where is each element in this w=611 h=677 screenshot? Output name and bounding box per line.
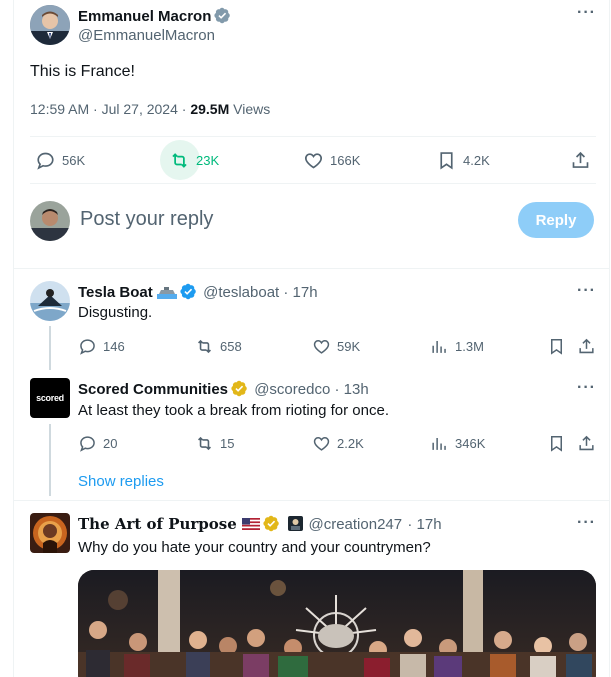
bookmark-icon: [550, 436, 563, 452]
repost-icon: [198, 436, 211, 451]
reply-icon: [37, 152, 54, 170]
like-count: 59K: [337, 339, 361, 354]
views-button[interactable]: 1.3M: [430, 337, 484, 356]
avatar[interactable]: [30, 5, 70, 45]
share-button[interactable]: [577, 337, 596, 356]
repost-count: 658: [220, 339, 242, 354]
reply-handle: @creation247: [308, 516, 403, 533]
thread-line: [49, 326, 51, 370]
bookmark-button[interactable]: 4.2K: [436, 150, 490, 171]
avatar[interactable]: [30, 513, 70, 553]
analytics-icon: [432, 437, 446, 450]
share-button[interactable]: [570, 150, 591, 171]
avatar[interactable]: [30, 281, 70, 321]
reply-author-name: Tesla Boat: [78, 284, 153, 301]
bookmark-count: 4.2K: [463, 153, 490, 168]
reply-count: 56K: [62, 153, 86, 168]
share-icon: [579, 435, 594, 451]
divider: [14, 268, 609, 269]
more-options-icon[interactable]: ···: [577, 514, 596, 532]
views-button[interactable]: 346K: [430, 434, 485, 453]
reply-text: At least they took a break from rioting …: [78, 402, 389, 419]
share-button[interactable]: [577, 434, 596, 453]
bookmark-button[interactable]: [547, 434, 566, 453]
reply-icon: [80, 339, 95, 355]
like-button[interactable]: 2.2K: [312, 434, 364, 453]
views-count: 29.5M: [190, 101, 230, 117]
reply-submit-button[interactable]: Reply: [518, 202, 594, 238]
heart-icon: [305, 153, 322, 169]
reply-button[interactable]: 20: [78, 434, 117, 453]
avatar[interactable]: scored: [30, 378, 70, 418]
reply-author[interactable]: Scored Communities @scoredco · 13h: [78, 380, 369, 398]
tweet-meta: 12:59 AM · Jul 27, 2024 · 29.5M Views: [30, 101, 270, 117]
show-replies-link[interactable]: Show replies: [78, 473, 164, 490]
heart-icon: [313, 340, 330, 354]
media-image[interactable]: [78, 570, 596, 677]
timeline-border-left: [13, 0, 14, 677]
reply-button[interactable]: 146: [78, 337, 125, 356]
tweet-text: This is France!: [30, 63, 135, 80]
divider: [30, 136, 596, 137]
views-label: Views: [233, 101, 271, 117]
reply-composer-input[interactable]: Post your reply: [80, 208, 213, 231]
tweet-timestamp[interactable]: 12:59 AM · Jul 27, 2024 ·: [30, 101, 186, 117]
us-flag-icon: [242, 518, 261, 530]
share-icon: [579, 338, 594, 354]
thread-line: [49, 424, 51, 496]
divider: [30, 183, 596, 184]
reply-author-name: Scored Communities: [78, 381, 229, 398]
bookmark-icon: [440, 152, 453, 170]
user-avatar[interactable]: [30, 201, 70, 241]
bookmark-icon: [550, 339, 563, 355]
repost-button[interactable]: 15: [195, 434, 234, 453]
repost-icon: [172, 153, 187, 168]
verified-badge-icon: [180, 283, 196, 300]
repost-button[interactable]: 658: [195, 337, 242, 356]
reply-handle: @teslaboat: [203, 284, 280, 301]
reply-icon: [80, 436, 95, 452]
like-count: 166K: [330, 153, 361, 168]
divider: [14, 500, 609, 501]
timeline-border-right: [609, 0, 610, 677]
author-name[interactable]: Emmanuel Macron: [78, 7, 231, 25]
like-button[interactable]: 166K: [303, 150, 360, 171]
verified-gold-icon: [263, 515, 279, 532]
affiliate-badge-icon: [288, 516, 304, 531]
reply-time: · 17h: [283, 284, 318, 301]
like-button[interactable]: 59K: [312, 337, 360, 356]
reply-text: Why do you hate your country and your co…: [78, 539, 431, 556]
views-count: 346K: [455, 436, 486, 451]
reply-count: 146: [103, 339, 125, 354]
reply-time: · 13h: [334, 381, 369, 398]
author-name-text: Emmanuel Macron: [78, 8, 212, 25]
more-options-icon[interactable]: ···: [577, 379, 596, 397]
avatar-text: scored: [36, 393, 64, 403]
reply-text: Disgusting.: [78, 304, 153, 321]
reply-time: · 17h: [407, 516, 442, 533]
reply-handle: @scoredco: [254, 381, 331, 398]
verified-gray-icon: [214, 7, 231, 24]
reply-author-name: The Art of Purpose: [78, 515, 237, 533]
bookmark-button[interactable]: [547, 337, 566, 356]
author-handle[interactable]: @EmmanuelMacron: [78, 27, 215, 44]
repost-icon: [198, 339, 211, 354]
reply-author[interactable]: The Art of Purpose @creation247 · 17h: [78, 515, 442, 533]
share-icon: [572, 151, 589, 168]
verified-gold-icon: [231, 380, 247, 397]
views-count: 1.3M: [455, 339, 484, 354]
reply-count: 20: [103, 436, 118, 451]
more-options-icon[interactable]: ···: [577, 282, 596, 300]
reply-author[interactable]: Tesla Boat @teslaboat · 17h: [78, 283, 318, 301]
analytics-icon: [432, 340, 446, 353]
more-options-icon[interactable]: ···: [577, 4, 596, 22]
like-count: 2.2K: [337, 436, 364, 451]
repost-button[interactable]: 23K: [169, 150, 219, 171]
boat-emoji-icon: [156, 287, 177, 299]
repost-count: 23K: [196, 153, 220, 168]
heart-icon: [313, 437, 330, 451]
repost-count: 15: [220, 436, 235, 451]
reply-button[interactable]: 56K: [35, 150, 85, 171]
